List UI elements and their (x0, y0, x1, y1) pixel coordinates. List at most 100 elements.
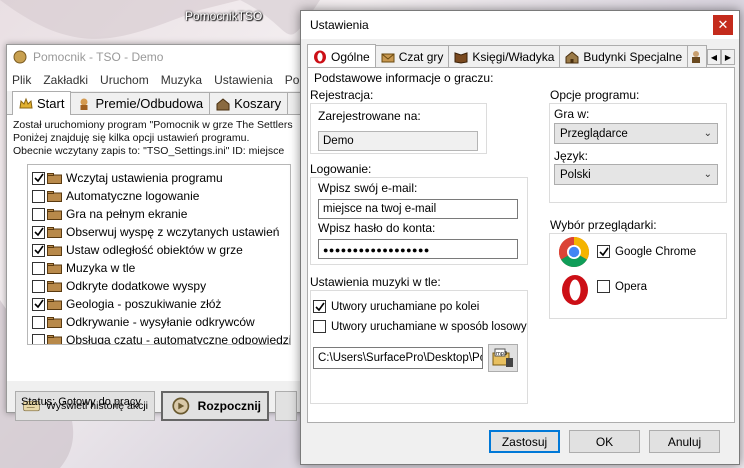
opera-option[interactable]: Opera (597, 280, 647, 293)
option-checkbox[interactable] (32, 243, 45, 257)
registered-to-field: Demo (318, 131, 478, 151)
option-row[interactable]: Ustaw odległość obiektów w grze (32, 241, 290, 259)
chrome-checkbox[interactable] (597, 245, 610, 258)
worker-icon (80, 98, 88, 110)
option-row[interactable]: Odkrywanie - wysyłanie odkrywców (32, 313, 290, 331)
option-checkbox[interactable] (32, 333, 45, 344)
music-random-option[interactable]: Utwory uruchamiane w sposób losowy (313, 320, 527, 333)
chrome-icon (558, 237, 590, 268)
folder-icon (47, 172, 62, 184)
password-label: Wpisz hasło do konta: (318, 221, 436, 235)
play-in-label: Gra w: (554, 107, 590, 121)
play-in-value: Przeglądarce (560, 127, 628, 140)
chevron-down-icon: ⌄ (703, 169, 712, 180)
general-heading: Podstawowe informacje o graczu: (314, 71, 494, 85)
music-sequential-option[interactable]: Utwory uruchamiane po kolei (313, 300, 479, 313)
close-icon: ✕ (717, 17, 729, 32)
option-checkbox[interactable] (32, 315, 45, 329)
pomocnik-titlebar[interactable]: Pomocnik - TSO - Demo (7, 45, 305, 69)
option-row[interactable]: Wczytaj ustawienia programu (32, 169, 290, 187)
menu-uruchom[interactable]: Uruchom (95, 73, 156, 87)
tab-ksiegi[interactable]: Księgi/Władyka (448, 45, 561, 67)
settings-titlebar[interactable]: Ustawienia ✕ (301, 11, 739, 39)
info-line-1: Został uruchomiony program "Pomocnik w g… (13, 119, 293, 131)
option-label: Muzyka w tle (66, 261, 136, 275)
checkmark-icon (33, 227, 44, 237)
menu-plik[interactable]: Plik (7, 73, 38, 87)
menu-muzyka[interactable]: Muzyka (156, 73, 209, 87)
folder-icon (47, 244, 62, 256)
option-label: Odkryte dodatkowe wyspy (66, 279, 207, 293)
options-list: Wczytaj ustawienia programu Automatyczne … (27, 164, 291, 345)
folder-icon (47, 316, 62, 328)
chat-icon (381, 53, 395, 62)
tab-premie[interactable]: Premie/Odbudowa (70, 92, 211, 114)
pomocnik-tabs: Start Premie/Odbudowa Koszary (7, 91, 305, 115)
option-row[interactable]: Muzyka w tle (32, 259, 290, 277)
tab-ksiegi-label: Księgi/Władyka (472, 49, 555, 64)
tab-ogolne[interactable]: Ogólne (307, 44, 376, 67)
option-row[interactable]: Automatyczne logowanie (32, 187, 290, 205)
option-checkbox[interactable] (32, 189, 45, 203)
ok-button-label: OK (595, 434, 614, 449)
menu-zakladki[interactable]: Zakładki (38, 73, 95, 87)
tab-scroll-left[interactable]: ◀ (707, 49, 721, 65)
tab-czat[interactable]: Czat gry (374, 45, 450, 67)
tab-ogolne-label: Ogólne (331, 49, 370, 64)
language-dropdown[interactable]: Polski ⌄ (554, 164, 718, 185)
menu-ustawienia[interactable]: Ustawienia (209, 73, 280, 87)
music-path-field[interactable]: C:\Users\SurfacePro\Desktop\Por (313, 347, 483, 369)
chrome-label: Google Chrome (615, 245, 697, 258)
chrome-option[interactable]: Google Chrome (597, 245, 696, 258)
music-label: Ustawienia muzyki w tle: (310, 275, 441, 289)
play-in-dropdown[interactable]: Przeglądarce ⌄ (554, 123, 718, 144)
tab-czat-label: Czat gry (398, 49, 444, 64)
option-checkbox[interactable] (32, 261, 45, 275)
checkmark-icon (33, 299, 44, 309)
option-label: Wczytaj ustawienia programu (66, 171, 223, 185)
option-row[interactable]: Odkryte dodatkowe wyspy (32, 277, 290, 295)
option-checkbox[interactable] (32, 171, 45, 185)
music-sequential-checkbox[interactable] (313, 300, 326, 313)
registration-label: Rejestracja: (310, 88, 374, 102)
login-label: Logowanie: (310, 162, 372, 176)
option-row[interactable]: Geologia - poszukiwanie złóż (32, 295, 290, 313)
option-checkbox[interactable] (32, 225, 45, 239)
pomocnik-window: Pomocnik - TSO - Demo Plik Zakładki Uruc… (6, 44, 306, 421)
ok-button[interactable]: OK (569, 430, 640, 453)
close-button[interactable]: ✕ (713, 15, 733, 35)
folder-icon (47, 226, 62, 238)
option-row[interactable]: Obserwuj wyspę z wczytanych ustawień (32, 223, 290, 241)
building-icon (565, 50, 579, 63)
tab-koszary[interactable]: Koszary (209, 92, 289, 114)
tab-budynki[interactable]: Budynki Specjalne (559, 45, 689, 67)
folder-icon (47, 280, 62, 292)
apply-button[interactable]: Zastosuj (489, 430, 560, 453)
email-field[interactable]: miejsce na twoj e-mail (318, 199, 518, 219)
cancel-button[interactable]: Anuluj (649, 430, 720, 453)
registered-to-label: Zarejestrowane na: (318, 109, 421, 123)
barracks-icon (216, 97, 230, 110)
option-label: Gra na pełnym ekranie (66, 207, 188, 221)
apply-button-label: Zastosuj (501, 434, 548, 449)
tab-next-partial[interactable] (687, 45, 708, 67)
opera-checkbox[interactable] (597, 280, 610, 293)
option-checkbox[interactable] (32, 207, 45, 221)
figure-icon (692, 50, 701, 63)
music-browse-button[interactable]: mp3 (488, 344, 518, 372)
option-checkbox[interactable] (32, 297, 45, 311)
tab-scroll-right[interactable]: ▶ (721, 49, 735, 65)
option-row[interactable]: Gra na pełnym ekranie (32, 205, 290, 223)
option-checkbox[interactable] (32, 279, 45, 293)
option-row[interactable]: Obsługa czatu - automatyczne odpowiedzi (32, 331, 291, 345)
music-random-checkbox[interactable] (313, 320, 326, 333)
tab-start[interactable]: Start (12, 91, 72, 115)
password-field[interactable]: ●●●●●●●●●●●●●●●●●● (318, 239, 518, 259)
option-label: Obserwuj wyspę z wczytanych ustawień (66, 225, 280, 239)
opera-browser-icon (562, 275, 588, 305)
checkmark-icon (314, 302, 325, 311)
folder-icon (47, 334, 62, 344)
option-label: Obsługa czatu - automatyczne odpowiedzi (66, 333, 291, 345)
option-label: Geologia - poszukiwanie złóż (66, 297, 222, 311)
pomocnik-menubar: Plik Zakładki Uruchom Muzyka Ustawienia … (7, 69, 305, 91)
